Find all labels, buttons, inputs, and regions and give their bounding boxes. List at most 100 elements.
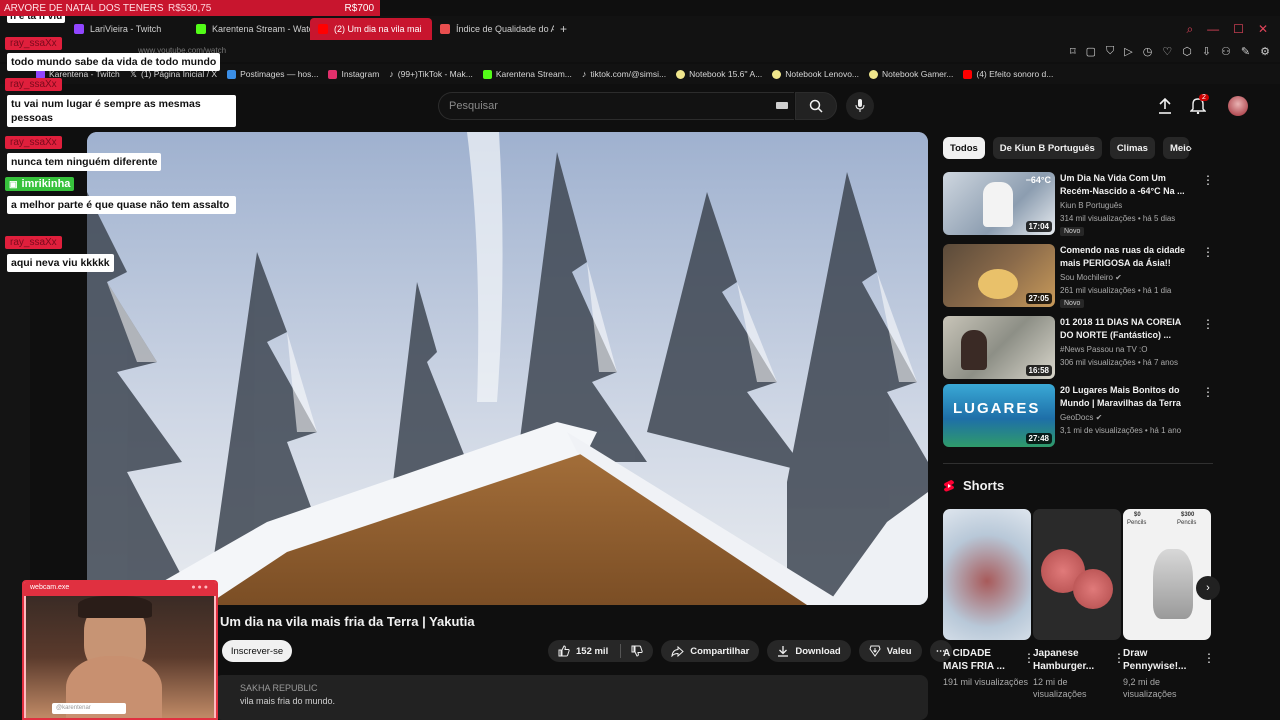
heart-icon[interactable]: ♡ xyxy=(1162,45,1172,58)
search-tabs-icon[interactable]: ⌕ xyxy=(1186,22,1193,37)
webcam-feed xyxy=(26,596,214,718)
description-hashtag[interactable]: SAKHA REPUBLIC xyxy=(240,683,318,693)
shield-icon[interactable]: ⛉ xyxy=(1106,45,1114,58)
chevron-right-icon[interactable]: › xyxy=(1188,141,1192,155)
bookmark-item[interactable]: Notebook Lenovo... xyxy=(772,69,859,79)
recommendation-item[interactable]: 16:58 01 2018 11 DIAS NA COREIA DO NORTE… xyxy=(943,316,1214,380)
short-title[interactable]: A CIDADE MAIS FRIA ... xyxy=(943,647,1017,673)
search-input[interactable]: Pesquisar xyxy=(438,92,794,120)
more-options-icon[interactable]: ⋮ xyxy=(1202,317,1214,331)
chip-channel[interactable]: De Kiun B Português xyxy=(992,137,1102,159)
settings-icon[interactable]: ⚙ xyxy=(1260,45,1270,58)
bookmark-label: Instagram xyxy=(341,69,380,79)
shorts-title: Shorts xyxy=(963,478,1005,493)
notification-count: 2 xyxy=(1199,94,1209,101)
profile-icon[interactable]: ⚇ xyxy=(1221,45,1231,58)
tab-youtube-active[interactable]: (2) Um dia na vila mai xyxy=(310,18,432,40)
screenshot-icon[interactable]: ▢ xyxy=(1086,45,1096,58)
youtube-icon xyxy=(318,24,328,34)
avatar[interactable] xyxy=(1228,96,1248,116)
video-title[interactable]: Um Dia Na Vida Com Um Recém-Nascido a -6… xyxy=(1060,172,1192,198)
video-title[interactable]: 20 Lugares Mais Bonitos do Mundo | Marav… xyxy=(1060,384,1192,410)
bookmark-item[interactable]: Notebook Gamer... xyxy=(869,69,953,79)
channel-name[interactable]: #News Passou na TV :O xyxy=(1060,345,1147,354)
tab-karentena[interactable]: Karentena Stream - Watc xyxy=(188,18,310,40)
download-icon[interactable]: ⇩ xyxy=(1202,45,1211,58)
short-item[interactable]: Japanese Hamburger... 12 mi de visualiza… xyxy=(1033,509,1125,700)
video-thumbnail[interactable]: 27:05 xyxy=(943,244,1055,307)
video-thumbnail[interactable]: LUGARES 27:48 xyxy=(943,384,1055,447)
subscribe-button[interactable]: Inscrever-se xyxy=(222,640,292,662)
more-options-icon[interactable]: ⋮ xyxy=(1203,651,1215,665)
upload-icon[interactable] xyxy=(1158,98,1172,114)
tab-label: (2) Um dia na vila mai xyxy=(334,24,422,34)
video-title[interactable]: 01 2018 11 DIAS NA COREIA DO NORTE (Fant… xyxy=(1060,316,1192,342)
like-button[interactable]: 152 mil xyxy=(548,640,654,662)
bookmark-item[interactable]: ♪ (99+)TikTok - Mak... xyxy=(389,69,473,79)
channel-name[interactable]: Kiun B Português xyxy=(1060,201,1122,210)
shorts-next-button[interactable]: › xyxy=(1196,576,1220,600)
new-tab-button[interactable]: + xyxy=(554,22,573,36)
chat-username: imrikinha xyxy=(21,178,71,190)
video-thumbnail[interactable]: 16:58 xyxy=(943,316,1055,379)
recommendation-item[interactable]: 27:05 Comendo nas ruas da cidade mais PE… xyxy=(943,244,1214,308)
channel-name[interactable]: Sou Mochileiro ✔ xyxy=(1060,273,1122,282)
short-item[interactable]: A CIDADE MAIS FRIA ... 191 mil visualiza… xyxy=(943,509,1035,688)
more-options-icon[interactable]: ⋮ xyxy=(1202,245,1214,259)
thumbs-down-icon[interactable] xyxy=(631,645,643,657)
tab-larivieira[interactable]: LariVieira - Twitch xyxy=(66,18,188,40)
bookmark-item[interactable]: Instagram xyxy=(328,69,379,79)
video-thumbnail[interactable]: −64°C 17:04 xyxy=(943,172,1055,235)
tab-air-quality[interactable]: Índice de Qualidade do A xyxy=(432,18,554,40)
voice-search-button[interactable] xyxy=(846,92,874,120)
download-icon xyxy=(778,646,789,657)
more-options-icon[interactable]: ⋮ xyxy=(1202,173,1214,187)
history-icon[interactable]: ◷ xyxy=(1143,45,1153,58)
thanks-button[interactable]: Valeu xyxy=(858,640,922,662)
search-button[interactable] xyxy=(795,92,837,120)
chip-climates[interactable]: Climas xyxy=(1109,137,1155,159)
chat-username-subscriber: ▣ imrikinha xyxy=(5,177,75,191)
bookmark-item[interactable]: Postimages — hos... xyxy=(227,69,318,79)
description-box[interactable]: SAKHA REPUBLIC vila mais fria do mundo. xyxy=(214,675,928,720)
ai-icon[interactable]: ✎ xyxy=(1241,45,1250,58)
close-icon[interactable]: ✕ xyxy=(1258,22,1268,37)
bookmark-icon[interactable]: ⌑ xyxy=(1070,45,1076,58)
bookmark-item[interactable]: (4) Efeito sonoro d... xyxy=(963,69,1053,79)
bookmark-item[interactable]: ♪ tiktok.com/@simsi... xyxy=(582,69,666,79)
streamer-handle: @karentenar xyxy=(52,703,126,714)
short-thumbnail[interactable] xyxy=(1033,509,1121,640)
bookmark-item[interactable]: Notebook 15.6'' A... xyxy=(676,69,762,79)
video-meta: 314 mil visualizações • há 5 dias xyxy=(1060,214,1176,223)
goal-amount: R$530,75 xyxy=(168,2,212,14)
short-thumbnail[interactable]: $0 Pencils $300 Pencils xyxy=(1123,509,1211,640)
badge-icon: ▣ xyxy=(9,178,18,189)
screen: ARVORE DE NATAL DOS TENERS R$530,75 R$70… xyxy=(0,0,1280,720)
short-title[interactable]: Draw Pennywise!... xyxy=(1123,647,1197,673)
tab-label: Índice de Qualidade do A xyxy=(456,24,554,34)
bookmark-item[interactable]: Karentena Stream... xyxy=(482,69,572,79)
video-duration: 16:58 xyxy=(1025,365,1052,376)
short-title[interactable]: Japanese Hamburger... xyxy=(1033,647,1107,673)
short-thumbnail[interactable] xyxy=(943,509,1031,640)
maximize-icon[interactable]: ☐ xyxy=(1233,22,1244,37)
youtube-icon xyxy=(963,69,973,79)
video-title[interactable]: Comendo nas ruas da cidade mais PERIGOSA… xyxy=(1060,244,1192,270)
download-button[interactable]: Download xyxy=(767,640,851,662)
related-filter-chips: Todos De Kiun B Português Climas Meio xyxy=(943,137,1189,159)
short-item[interactable]: $0 Pencils $300 Pencils Draw Pennywise!.… xyxy=(1123,509,1215,700)
play-icon[interactable]: ▷ xyxy=(1124,45,1132,58)
chat-username: ray_ssaXx xyxy=(5,136,62,149)
thanks-label: Valeu xyxy=(886,645,912,657)
minimize-icon[interactable]: — xyxy=(1207,22,1219,37)
channel-name[interactable]: GeoDocs ✔ xyxy=(1060,413,1102,422)
keyboard-icon[interactable] xyxy=(776,102,788,109)
recommendation-item[interactable]: LUGARES 27:48 20 Lugares Mais Bonitos do… xyxy=(943,384,1214,448)
extensions-icon[interactable]: ⬡ xyxy=(1182,45,1192,58)
share-button[interactable]: Compartilhar xyxy=(661,640,760,662)
more-options-icon[interactable]: ⋮ xyxy=(1202,385,1214,399)
recommendation-item[interactable]: −64°C 17:04 Um Dia Na Vida Com Um Recém-… xyxy=(943,172,1214,236)
chip-environment[interactable]: Meio xyxy=(1162,137,1189,159)
bookmark-label: Postimages — hos... xyxy=(240,69,319,79)
chip-all[interactable]: Todos xyxy=(943,137,985,159)
